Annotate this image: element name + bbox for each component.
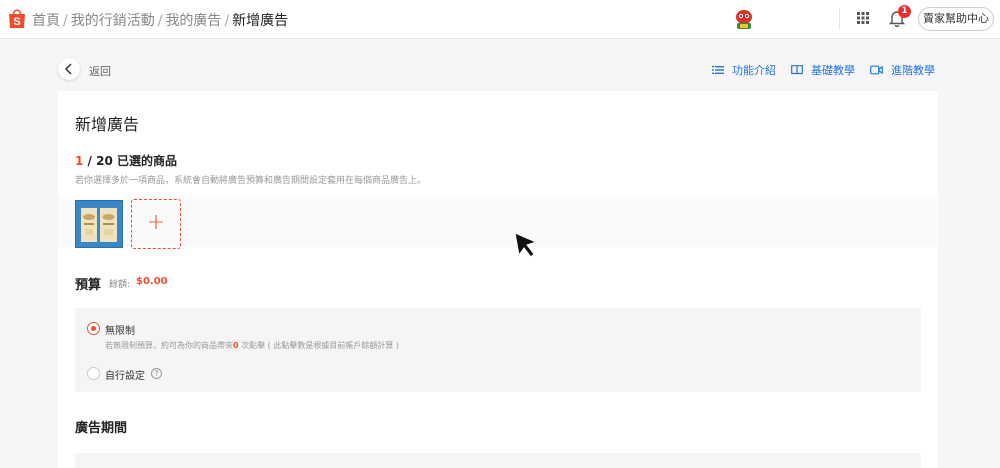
video-icon (870, 65, 883, 75)
breadcrumb-my-ads[interactable]: 我的廣告 (165, 13, 221, 29)
apps-grid-icon[interactable] (856, 11, 870, 25)
avatar-image (731, 6, 757, 32)
option-unlimited-label[interactable]: 無限制 (105, 322, 135, 337)
chevron-left-icon (64, 63, 72, 75)
product-image (76, 201, 122, 247)
unlimited-description: 若無限制預算，約可為你的商品帶來0 次點擊 ( 此點擊數是根據目前帳戶餘額計算 … (105, 340, 399, 351)
add-product-button[interactable]: + (131, 199, 181, 249)
breadcrumb-marketing[interactable]: 我的行銷活動 (71, 13, 155, 29)
tutorial-label: 基礎教學 (811, 64, 855, 77)
unlimited-desc-pre: 若無限制預算，約可為你的商品帶來 (105, 341, 233, 350)
list-icon (712, 66, 724, 74)
notification-badge: 1 (898, 5, 911, 18)
page-title: 新增廣告 (75, 115, 140, 134)
tutorial-label: 功能介紹 (732, 64, 776, 77)
selected-products-area: + (58, 197, 938, 249)
radio-custom[interactable] (87, 367, 100, 380)
balance-label: 餘額: (109, 280, 131, 290)
breadcrumb-separator: / (224, 13, 230, 29)
help-question-icon[interactable]: ? (151, 368, 162, 379)
book-icon (791, 65, 803, 75)
tutorial-label: 進階教學 (891, 64, 935, 77)
ad-period-title: 廣告期間 (75, 421, 128, 436)
seller-help-center-button[interactable]: 賣家幫助中心 (918, 7, 994, 31)
tutorial-link-advanced[interactable]: 進階教學 (870, 62, 935, 78)
breadcrumb-separator: / (157, 13, 163, 29)
option-custom-label[interactable]: 自行設定 (105, 367, 145, 382)
breadcrumb-separator: / (63, 13, 68, 29)
back-label[interactable]: 返回 (89, 63, 111, 79)
ad-period-options (75, 453, 921, 468)
svg-text:S: S (13, 16, 20, 28)
budget-options: 無限制 若無限制預算，約可為你的商品帶來0 次點擊 ( 此點擊數是根據目前帳戶餘… (75, 308, 921, 392)
mouse-cursor-icon (514, 232, 538, 258)
product-thumbnail[interactable] (75, 200, 123, 248)
shopee-logo-icon[interactable]: S (8, 8, 26, 29)
back-button[interactable] (58, 58, 80, 80)
unlimited-desc-post: 次點擊 ( 此點擊數是根據目前帳戶餘額計算 ) (238, 341, 399, 350)
breadcrumb-home[interactable]: 首頁 (32, 13, 60, 29)
tutorial-link-basic[interactable]: 基礎教學 (791, 62, 855, 78)
avatar[interactable] (731, 6, 757, 32)
header-divider (839, 8, 840, 30)
breadcrumb-current: 新增廣告 (232, 13, 289, 29)
top-bar: S 首頁 / 我的行銷活動 / 我的廣告 / 新增廣告 1 賣家幫助中心 (0, 0, 1000, 39)
radio-unlimited[interactable] (87, 322, 100, 335)
selected-count-suffix: / 20 已選的商品 (83, 154, 177, 168)
balance-value: $0.00 (136, 276, 168, 287)
selected-products-description: 若你選擇多於一項商品，系統會自動將廣告預算和廣告期間設定套用在每個商品廣告上。 (75, 176, 427, 186)
tutorial-link-features[interactable]: 功能介紹 (712, 62, 776, 78)
selected-products-count: 1 / 20 已選的商品 (75, 152, 177, 169)
create-ad-card: 新增廣告 1 / 20 已選的商品 若你選擇多於一項商品，系統會自動將廣告預算和… (58, 91, 938, 468)
budget-title: 預算 (75, 278, 102, 293)
breadcrumb: 首頁 / 我的行銷活動 / 我的廣告 / 新增廣告 (32, 10, 288, 30)
